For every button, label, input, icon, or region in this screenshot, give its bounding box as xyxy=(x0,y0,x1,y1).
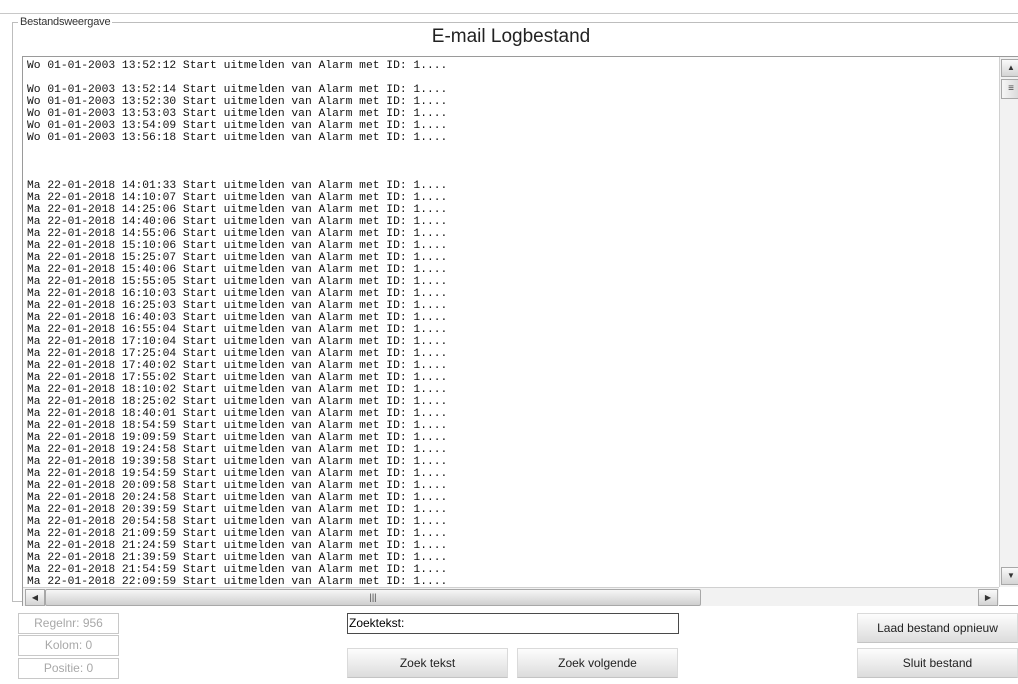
reload-file-button[interactable]: Laad bestand opnieuw xyxy=(857,613,1018,643)
log-line: Ma 22-01-2018 15:40:06 Start uitmelden v… xyxy=(27,264,448,276)
log-text-area[interactable]: Wo 01-01-2003 13:52:12 Start uitmelden v… xyxy=(22,56,1018,606)
log-line: Ma 22-01-2018 21:39:59 Start uitmelden v… xyxy=(27,552,448,564)
log-line: Ma 22-01-2018 20:39:59 Start uitmelden v… xyxy=(27,504,448,516)
close-file-button[interactable]: Sluit bestand xyxy=(857,648,1018,678)
log-line: Ma 22-01-2018 16:40:03 Start uitmelden v… xyxy=(27,312,448,324)
log-content[interactable]: Wo 01-01-2003 13:52:12 Start uitmelden v… xyxy=(27,60,997,586)
horizontal-scrollbar[interactable]: ◀ ||| ▶ xyxy=(23,587,999,606)
position-display: Positie: 0 xyxy=(18,658,119,679)
log-line: Wo 01-01-2003 13:53:03 Start uitmelden v… xyxy=(27,108,448,120)
log-line: Ma 22-01-2018 21:54:59 Start uitmelden v… xyxy=(27,564,448,576)
scroll-up-icon[interactable]: ▲ xyxy=(1001,59,1018,77)
log-line: Wo 01-01-2003 13:52:30 Start uitmelden v… xyxy=(27,96,448,108)
column-display: Kolom: 0 xyxy=(18,635,119,656)
log-line: Ma 22-01-2018 14:10:07 Start uitmelden v… xyxy=(27,192,448,204)
log-line: Ma 22-01-2018 18:54:59 Start uitmelden v… xyxy=(27,420,448,432)
log-line: Wo 01-01-2003 13:54:09 Start uitmelden v… xyxy=(27,120,448,132)
log-line: Wo 01-01-2003 13:52:14 Start uitmelden v… xyxy=(27,84,448,96)
log-line: Ma 22-01-2018 14:25:06 Start uitmelden v… xyxy=(27,204,448,216)
log-line: Ma 22-01-2018 15:25:07 Start uitmelden v… xyxy=(27,252,448,264)
log-line: Ma 22-01-2018 18:25:02 Start uitmelden v… xyxy=(27,396,448,408)
log-line: Ma 22-01-2018 20:09:58 Start uitmelden v… xyxy=(27,480,448,492)
log-line: Ma 22-01-2018 14:01:33 Start uitmelden v… xyxy=(27,180,448,192)
log-line: Ma 22-01-2018 19:09:59 Start uitmelden v… xyxy=(27,432,448,444)
window-top-divider xyxy=(0,13,1018,14)
log-line: Ma 22-01-2018 14:55:06 Start uitmelden v… xyxy=(27,228,448,240)
log-line: Ma 22-01-2018 20:24:58 Start uitmelden v… xyxy=(27,492,448,504)
vertical-scrollbar[interactable]: ▲ ≡ ▼ xyxy=(999,57,1018,587)
log-line: Ma 22-01-2018 19:39:58 Start uitmelden v… xyxy=(27,456,448,468)
search-text-button[interactable]: Zoek tekst xyxy=(347,648,508,678)
log-line: Ma 22-01-2018 21:24:59 Start uitmelden v… xyxy=(27,540,448,552)
log-line: Ma 22-01-2018 20:54:58 Start uitmelden v… xyxy=(27,516,448,528)
log-line: Wo 01-01-2003 13:56:18 Start uitmelden v… xyxy=(27,132,448,144)
log-line: Ma 22-01-2018 17:55:02 Start uitmelden v… xyxy=(27,372,448,384)
log-line: Ma 22-01-2018 14:40:06 Start uitmelden v… xyxy=(27,216,448,228)
search-input[interactable]: Zoektekst: xyxy=(347,613,679,634)
search-next-button[interactable]: Zoek volgende xyxy=(517,648,678,678)
log-line: Ma 22-01-2018 16:55:04 Start uitmelden v… xyxy=(27,324,448,336)
log-line: Ma 22-01-2018 17:40:02 Start uitmelden v… xyxy=(27,360,448,372)
log-line: Ma 22-01-2018 22:09:59 Start uitmelden v… xyxy=(27,576,448,586)
log-line: Ma 22-01-2018 16:25:03 Start uitmelden v… xyxy=(27,300,448,312)
vertical-scroll-thumb[interactable]: ≡ xyxy=(1001,79,1018,99)
log-line: Ma 22-01-2018 19:54:59 Start uitmelden v… xyxy=(27,468,448,480)
scroll-right-icon[interactable]: ▶ xyxy=(978,589,998,606)
log-line: Ma 22-01-2018 15:10:06 Start uitmelden v… xyxy=(27,240,448,252)
log-line: Ma 22-01-2018 16:10:03 Start uitmelden v… xyxy=(27,288,448,300)
line-number-display: Regelnr: 956 xyxy=(18,613,119,634)
log-line: Ma 22-01-2018 17:25:04 Start uitmelden v… xyxy=(27,348,448,360)
scroll-left-icon[interactable]: ◀ xyxy=(25,589,45,606)
log-line: Ma 22-01-2018 21:09:59 Start uitmelden v… xyxy=(27,528,448,540)
scroll-down-icon[interactable]: ▼ xyxy=(1001,567,1018,585)
log-line: Ma 22-01-2018 18:40:01 Start uitmelden v… xyxy=(27,408,448,420)
log-line: Ma 22-01-2018 15:55:05 Start uitmelden v… xyxy=(27,276,448,288)
log-line: Ma 22-01-2018 17:10:04 Start uitmelden v… xyxy=(27,336,448,348)
log-line: Ma 22-01-2018 18:10:02 Start uitmelden v… xyxy=(27,384,448,396)
log-line: Ma 22-01-2018 19:24:58 Start uitmelden v… xyxy=(27,444,448,456)
page-title: E-mail Logbestand xyxy=(431,26,591,47)
log-line: Wo 01-01-2003 13:52:12 Start uitmelden v… xyxy=(27,60,448,72)
horizontal-scroll-thumb[interactable]: ||| xyxy=(45,589,701,606)
